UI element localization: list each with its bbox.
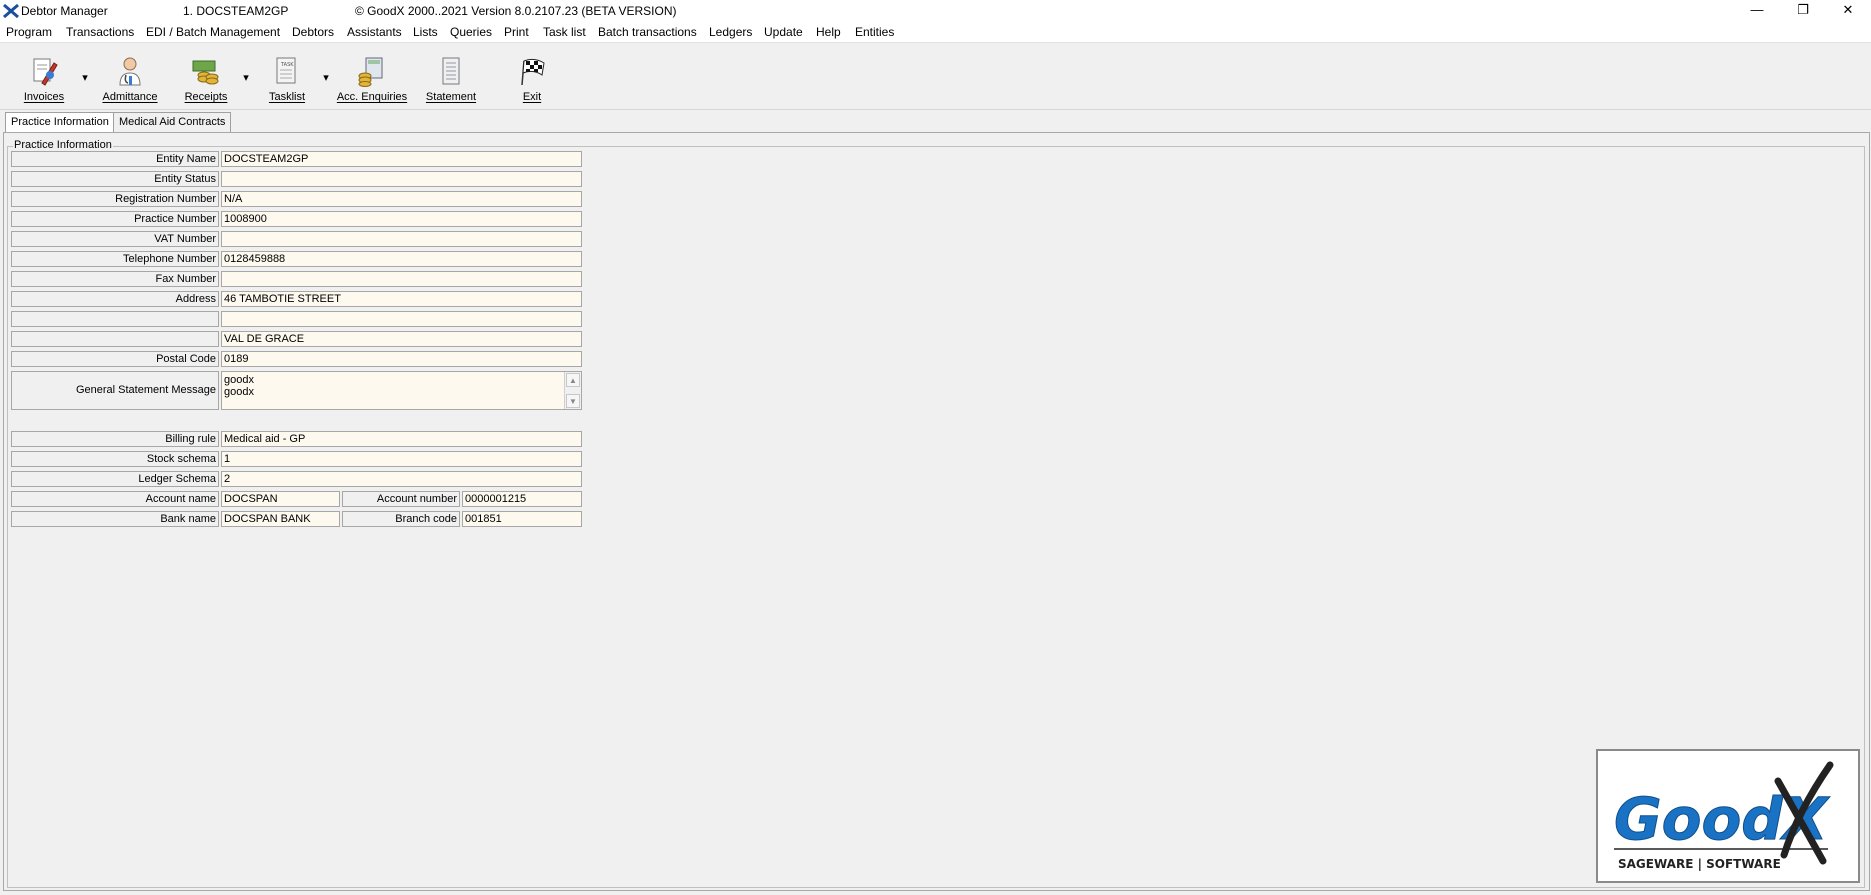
billing-rule-label: Billing rule (11, 431, 219, 447)
entity-status-label: Entity Status (11, 171, 219, 187)
account-number-field[interactable]: 0000001215 (462, 491, 582, 507)
admittance-label: Admittance (102, 91, 158, 103)
statement-button[interactable]: Statement (425, 49, 477, 105)
checkered-flag-icon (521, 58, 545, 86)
address-line2-label (11, 311, 219, 327)
tasklist-button[interactable]: TASK Tasklist (264, 49, 310, 105)
address-label: Address (11, 291, 219, 307)
acc-enquiries-label: Acc. Enquiries (336, 91, 408, 103)
branch-code-label: Branch code (342, 511, 460, 527)
receipts-dropdown[interactable]: ▾ (241, 71, 251, 84)
menu-queries[interactable]: Queries (450, 25, 492, 39)
address-line3-label (11, 331, 219, 347)
menu-edi-batch-management[interactable]: EDI / Batch Management (146, 25, 280, 39)
entity-title: 1. DOCSTEAM2GP (183, 4, 289, 18)
menu-lists[interactable]: Lists (413, 25, 438, 39)
menu-task-list[interactable]: Task list (543, 25, 586, 39)
branch-code-field[interactable]: 001851 (462, 511, 582, 527)
telephone-number-field[interactable]: 0128459888 (221, 251, 582, 267)
vat-number-label: VAT Number (11, 231, 219, 247)
statement-document-icon (442, 57, 460, 85)
title-bar: Debtor Manager 1. DOCSTEAM2GP © GoodX 20… (0, 0, 1871, 22)
practice-number-label: Practice Number (11, 211, 219, 227)
logo-tagline: SAGEWARE | SOFTWARE (1618, 857, 1781, 871)
exit-label: Exit (522, 91, 542, 103)
invoices-label: Invoices (23, 91, 65, 103)
svg-text:TASK: TASK (280, 62, 294, 68)
stock-schema-label: Stock schema (11, 451, 219, 467)
registration-number-label: Registration Number (11, 191, 219, 207)
vat-number-field[interactable] (221, 231, 582, 247)
statement-message-scrollbar[interactable]: ▲ ▼ (564, 372, 581, 409)
statement-message-line1: goodx (224, 374, 254, 386)
close-button[interactable]: ✕ (1825, 0, 1871, 22)
toolbar: Invoices ▾ Admittance Receipts ▾ TASK Ta… (0, 43, 1871, 110)
menu-debtors[interactable]: Debtors (292, 25, 334, 39)
menu-entities[interactable]: Entities (855, 25, 894, 39)
doctor-icon (119, 57, 141, 86)
telephone-number-label: Telephone Number (11, 251, 219, 267)
entity-name-label: Entity Name (11, 151, 219, 167)
billing-rule-field[interactable]: Medical aid - GP (221, 431, 582, 447)
tab-medical-aid-contracts[interactable]: Medical Aid Contracts (113, 112, 232, 133)
ledger-schema-field[interactable]: 2 (221, 471, 582, 487)
address-line2-field[interactable] (221, 311, 582, 327)
invoices-button[interactable]: Invoices (16, 49, 72, 105)
practice-number-field[interactable]: 1008900 (221, 211, 582, 227)
postal-code-label: Postal Code (11, 351, 219, 367)
menu-ledgers[interactable]: Ledgers (709, 25, 752, 39)
scroll-down-icon[interactable]: ▼ (566, 394, 580, 408)
entity-name-field[interactable]: DOCSTEAM2GP (221, 151, 582, 167)
menu-bar: Program Transactions EDI / Batch Managem… (0, 22, 1871, 43)
address-line3-field[interactable]: VAL DE GRACE (221, 331, 582, 347)
menu-transactions[interactable]: Transactions (66, 25, 134, 39)
statement-message-line2: goodx (224, 386, 254, 398)
menu-assistants[interactable]: Assistants (347, 25, 402, 39)
admittance-button[interactable]: Admittance (99, 49, 161, 105)
fax-number-label: Fax Number (11, 271, 219, 287)
version-text: © GoodX 2000..2021 Version 8.0.2107.23 (… (355, 4, 677, 18)
restore-button[interactable]: ❐ (1780, 0, 1826, 22)
menu-help[interactable]: Help (816, 25, 841, 39)
goodx-app-icon (3, 4, 19, 18)
minimize-button[interactable]: — (1734, 0, 1780, 22)
scroll-up-icon[interactable]: ▲ (566, 373, 580, 387)
statement-message-textarea[interactable]: goodx goodx ▲ ▼ (221, 371, 582, 410)
account-number-label: Account number (342, 491, 460, 507)
goodx-logo: GoodX SAGEWARE | SOFTWARE (1596, 749, 1860, 883)
goodx-logo-graphic: GoodX SAGEWARE | SOFTWARE (1614, 761, 1834, 871)
tab-practice-information[interactable]: Practice Information (5, 112, 115, 133)
exit-button[interactable]: Exit (512, 49, 552, 105)
receipts-label: Receipts (184, 91, 228, 103)
menu-program[interactable]: Program (6, 25, 52, 39)
tasklist-document-icon: TASK (276, 57, 296, 84)
menu-print[interactable]: Print (504, 25, 529, 39)
money-coins-icon (192, 60, 219, 85)
group-title: Practice Information (13, 139, 113, 151)
menu-update[interactable]: Update (764, 25, 803, 39)
receipts-button[interactable]: Receipts (180, 49, 232, 105)
bank-name-label: Bank name (11, 511, 219, 527)
account-name-field[interactable]: DOCSPAN (221, 491, 340, 507)
address-line1-field[interactable]: 46 TAMBOTIE STREET (221, 291, 582, 307)
menu-batch-transactions[interactable]: Batch transactions (598, 25, 697, 39)
stock-schema-field[interactable]: 1 (221, 451, 582, 467)
ledger-schema-label: Ledger Schema (11, 471, 219, 487)
invoices-dropdown[interactable]: ▾ (80, 71, 90, 84)
invoice-pen-icon (33, 58, 58, 86)
acc-enquiries-button[interactable]: Acc. Enquiries (336, 49, 408, 105)
entity-status-field[interactable] (221, 171, 582, 187)
fax-number-field[interactable] (221, 271, 582, 287)
account-name-label: Account name (11, 491, 219, 507)
tasklist-dropdown[interactable]: ▾ (321, 71, 331, 84)
calculator-coins-icon (358, 57, 383, 87)
statement-label: Statement (425, 91, 477, 103)
window-title: Debtor Manager (21, 4, 108, 18)
tasklist-label: Tasklist (268, 91, 306, 103)
statement-message-label: General Statement Message (11, 371, 219, 410)
bank-name-field[interactable]: DOCSPAN BANK (221, 511, 340, 527)
registration-number-field[interactable]: N/A (221, 191, 582, 207)
postal-code-field[interactable]: 0189 (221, 351, 582, 367)
